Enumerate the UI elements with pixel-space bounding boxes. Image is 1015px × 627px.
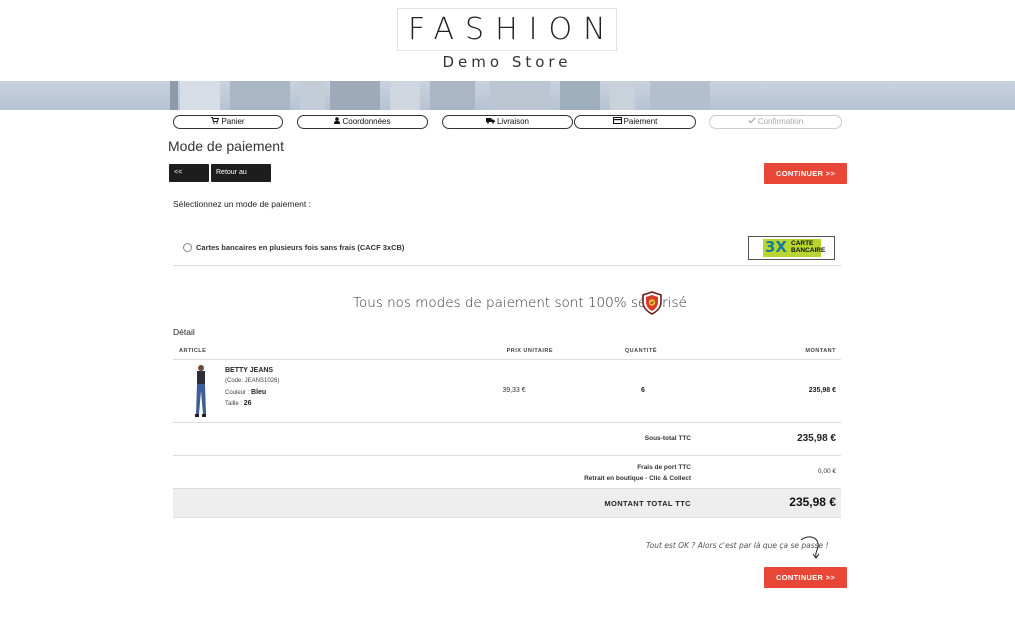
secure-payment-text: Tous nos modes de paiement sont 100% séc… bbox=[353, 295, 687, 311]
payment-option-3xcb[interactable]: Cartes bancaires en plusieurs fois sans … bbox=[173, 233, 841, 266]
shipping-value: 0,00 € bbox=[817, 468, 836, 475]
col-quantity: QUANTITÉ bbox=[557, 344, 657, 360]
product-name[interactable]: BETTY JEANS bbox=[225, 367, 273, 374]
product-image[interactable] bbox=[188, 364, 213, 419]
product-code: (Code: JEANS1026) bbox=[225, 378, 280, 384]
back-button[interactable]: << Retour bbox=[169, 164, 209, 194]
shield-icon bbox=[641, 291, 663, 315]
curved-arrow-icon bbox=[798, 535, 826, 559]
total-value: 235,98 € bbox=[789, 495, 836, 509]
subtotal-row: Sous-total TTC 235,98 € bbox=[173, 424, 841, 456]
cb-3x-logo: 3X CARTE BANCAIRE bbox=[748, 236, 835, 260]
total-label: MONTANT TOTAL TTC bbox=[604, 499, 691, 508]
detail-title: Détail bbox=[173, 327, 195, 337]
continue-button-top[interactable]: CONTINUER >> bbox=[764, 163, 847, 184]
step-livraison[interactable]: Livraison bbox=[442, 115, 573, 129]
select-payment-label: Sélectionnez un mode de paiement : bbox=[173, 199, 311, 209]
col-article: ARTICLE bbox=[173, 344, 373, 360]
step-paiement[interactable]: Paiement bbox=[574, 115, 696, 129]
store-logo[interactable]: FASHION bbox=[397, 8, 617, 51]
product-quantity: 6 bbox=[641, 387, 645, 394]
step-label: Livraison bbox=[496, 117, 529, 126]
credit-card-icon bbox=[612, 116, 622, 128]
checkout-steps: Panier Coordonnées Livraison Paiement Co… bbox=[173, 115, 843, 129]
continue-button-bottom[interactable]: CONTINUER >> bbox=[764, 567, 847, 588]
step-label: Coordonnées bbox=[342, 117, 391, 126]
cart-icon bbox=[211, 116, 220, 128]
product-size: Taille : 26 bbox=[225, 400, 252, 407]
truck-icon bbox=[485, 116, 495, 128]
logo-title: FASHION bbox=[408, 12, 617, 47]
payment-option-label: Cartes bancaires en plusieurs fois sans … bbox=[196, 243, 405, 252]
subtotal-label: Sous-total TTC bbox=[644, 435, 691, 442]
shipping-label: Frais de port TTC Retrait en boutique - C… bbox=[584, 464, 691, 482]
shipping-row: Frais de port TTC Retrait en boutique - C… bbox=[173, 457, 841, 489]
page-title: Mode de paiement bbox=[168, 138, 284, 154]
col-amount: MONTANT bbox=[657, 344, 841, 360]
step-label: Confirmation bbox=[757, 117, 804, 126]
total-row: MONTANT TOTAL TTC 235,98 € bbox=[173, 489, 841, 518]
product-color: Couleur : Bleu bbox=[225, 389, 267, 396]
product-unit-price: 39,33 € bbox=[502, 387, 526, 394]
step-coordonnees[interactable]: Coordonnées bbox=[297, 115, 428, 129]
step-label: Paiement bbox=[623, 117, 658, 126]
col-unit-price: PRIX UNITAIRE bbox=[373, 344, 557, 360]
back-to-cart-button[interactable]: Retour au panier bbox=[211, 164, 271, 194]
product-amount: 235,98 € bbox=[808, 387, 836, 394]
check-icon bbox=[748, 116, 756, 128]
cart-table-header: ARTICLE PRIX UNITAIRE QUANTITÉ MONTANT bbox=[173, 344, 841, 360]
step-confirmation: Confirmation bbox=[709, 115, 842, 129]
step-label: Panier bbox=[221, 117, 245, 126]
user-icon bbox=[334, 116, 341, 128]
subtotal-value: 235,98 € bbox=[797, 433, 836, 444]
step-panier[interactable]: Panier bbox=[173, 115, 283, 129]
logo-subtitle: Demo Store bbox=[442, 53, 572, 71]
header-banner bbox=[0, 81, 1015, 110]
table-row: BETTY JEANS (Code: JEANS1026) Couleur : … bbox=[173, 360, 841, 423]
payment-radio[interactable] bbox=[183, 243, 192, 252]
